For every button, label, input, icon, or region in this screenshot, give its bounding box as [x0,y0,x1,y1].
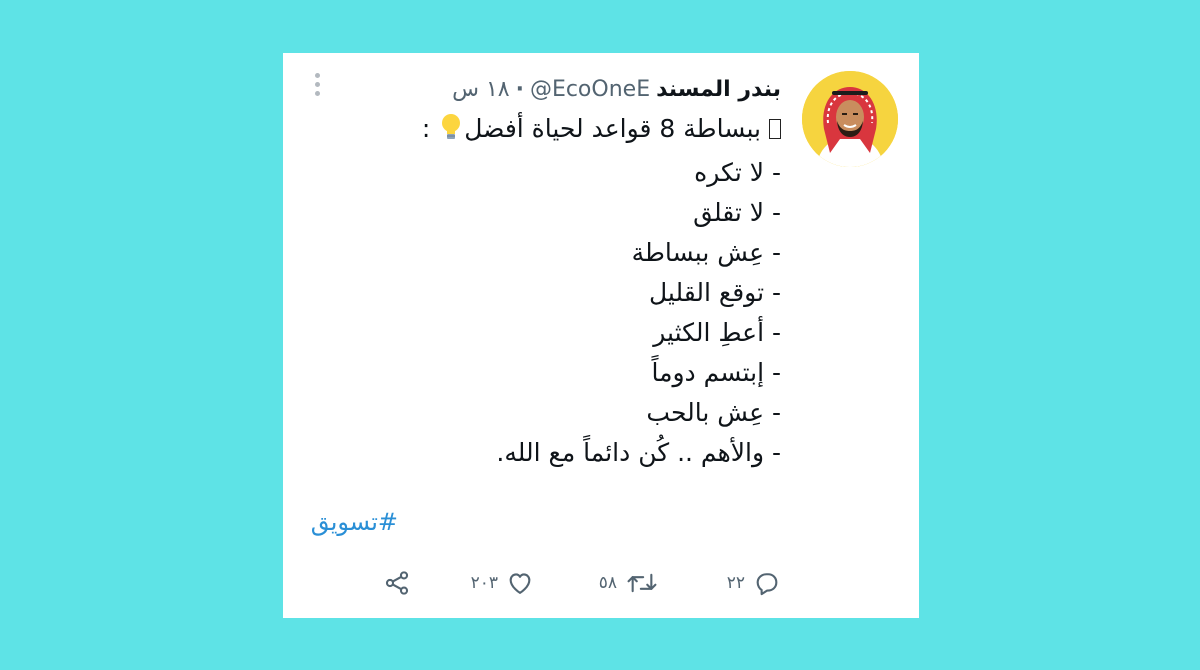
heart-icon [506,569,534,597]
retweet-button[interactable]: ٥٨ [599,563,659,603]
tweet-text: ببساطة 8 قواعد لحياة أفضل : - لا تكره - … [301,109,781,473]
share-icon [383,569,411,597]
hashtag-link[interactable]: #تسويق [311,508,398,536]
retweet-count: ٥٨ [598,573,617,593]
tweet-line: - لا تقلق [693,198,781,227]
light-bulb-icon [440,113,462,153]
user-handle[interactable]: @EcoOneE [530,77,650,102]
tweet-time[interactable]: ١٨ س [452,77,510,102]
tweet-line: - والأهم .. كُن دائماً مع الله. [496,438,781,467]
tweet-line: - لا تكره [694,158,781,187]
retweet-icon [625,569,659,597]
like-button[interactable]: ٢٠٣ [471,563,534,603]
avatar[interactable] [802,71,898,167]
share-button[interactable] [383,563,411,603]
tweet-line: ببساطة 8 قواعد لحياة أفضل : [301,109,781,153]
display-name[interactable]: بندر المسند [656,77,781,102]
reply-icon [753,569,781,597]
tweet-line: - أعطِ الكثير [653,318,781,347]
missing-glyph-icon [769,119,781,139]
tweet-line-text: ببساطة 8 قواعد لحياة أفضل [464,114,761,143]
tweet-line: - توقع القليل [648,278,781,307]
tweet-line: - عِش بالحب [646,398,781,427]
more-options-icon[interactable] [311,73,323,99]
reply-count: ٢٢ [726,573,745,593]
like-count: ٢٠٣ [470,573,498,593]
tweet-actions: ٢٢ ٥٨ ٢٠٣ [283,563,919,603]
separator-dot: · [515,76,524,102]
tweet-line-suffix: : [421,114,431,143]
tweet-line: - عِش ببساطة [631,238,781,267]
tweet-header: بندر المسند @EcoOneE · ١٨ س [452,73,781,105]
tweet-line: - إبتسم دوماً [651,358,781,387]
avatar-image [802,71,898,167]
reply-button[interactable]: ٢٢ [727,563,781,603]
tweet-card: بندر المسند @EcoOneE · ١٨ س ببساطة 8 قوا… [283,53,919,618]
